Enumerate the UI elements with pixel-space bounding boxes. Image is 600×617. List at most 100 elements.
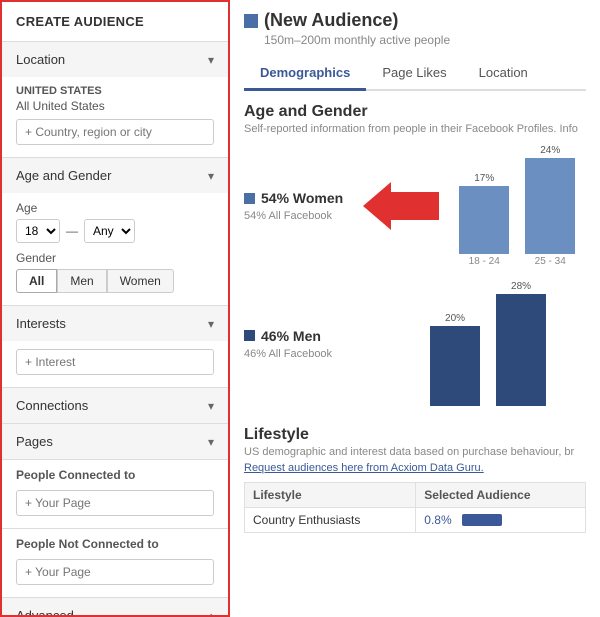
connections-chevron-icon: ▾ — [208, 399, 214, 413]
connections-label: Connections — [16, 398, 88, 413]
gender-men-button[interactable]: Men — [57, 269, 106, 293]
location-label: Location — [16, 52, 65, 67]
interests-header[interactable]: Interests ▾ — [2, 306, 228, 341]
gender-label: Gender — [16, 251, 214, 265]
bar-col-women-18-24: 17% 18 - 24 — [459, 173, 509, 267]
region-title: UNITED STATES — [16, 85, 214, 97]
men-bars-row: 20% 28% — [430, 281, 546, 406]
connections-section: Connections ▾ — [2, 388, 228, 424]
age-gender-body: Age 18 — Any Gender All Men Women — [2, 193, 228, 305]
gender-women-button[interactable]: Women — [107, 269, 174, 293]
connections-header[interactable]: Connections ▾ — [2, 388, 228, 423]
interests-body — [2, 341, 228, 387]
red-arrow-icon — [363, 182, 439, 230]
men-square-icon — [244, 330, 255, 341]
lifestyle-cell: Country Enthusiasts — [245, 508, 416, 533]
people-not-connected-label: People Not Connected to — [16, 537, 214, 551]
lifestyle-table-head: Lifestyle Selected Audience — [245, 483, 586, 508]
lifestyle-table: Lifestyle Selected Audience Country Enth… — [244, 482, 586, 533]
women-stat-label: 54% Women — [261, 190, 343, 206]
interests-label: Interests — [16, 316, 66, 331]
region-sub: All United States — [16, 99, 214, 113]
pages-label: Pages — [16, 434, 53, 449]
people-connected-body: People Connected to — [2, 460, 228, 528]
women-bars-row: 17% 18 - 24 24% 25 - 34 — [459, 145, 575, 267]
bar-rect-men-25-34 — [496, 294, 546, 406]
selected-audience-cell: 0.8% — [416, 508, 586, 533]
age-gender-chevron-icon: ▾ — [208, 169, 214, 183]
age-gender-section-title: Age and Gender — [244, 103, 586, 121]
region-input[interactable] — [16, 119, 214, 145]
tab-location[interactable]: Location — [463, 57, 544, 91]
gender-all-button[interactable]: All — [16, 269, 57, 293]
location-chevron-icon: ▾ — [208, 53, 214, 67]
bar-rect-women-18-24 — [459, 186, 509, 254]
lifestyle-desc: US demographic and interest data based o… — [244, 446, 586, 458]
women-stat-sub: 54% All Facebook — [244, 210, 343, 222]
age-gender-section: Age and Gender ▾ Age 18 — Any Gender All… — [2, 158, 228, 306]
sidebar: CREATE AUDIENCE Location ▾ UNITED STATES… — [0, 0, 230, 617]
age-gender-label: Age and Gender — [16, 168, 111, 183]
people-connected-input[interactable] — [16, 490, 214, 516]
location-section-header[interactable]: Location ▾ — [2, 42, 228, 77]
arrow-container — [363, 182, 439, 230]
gender-button-group: All Men Women — [16, 269, 214, 293]
lifestyle-col-header: Lifestyle — [245, 483, 416, 508]
location-section-body: UNITED STATES All United States — [2, 77, 228, 157]
bar-range-25-34: 25 - 34 — [535, 256, 566, 267]
bar-col-women-25-34: 24% 25 - 34 — [525, 145, 575, 267]
age-to-select[interactable]: Any — [84, 219, 135, 243]
people-not-connected-section: People Not Connected to — [2, 529, 228, 598]
age-label: Age — [16, 201, 214, 215]
women-stat-row: 54% Women — [244, 190, 343, 206]
bar-col-men-18-24: 20% — [430, 313, 480, 406]
bar-chart: 17% 18 - 24 24% 25 - 34 — [459, 145, 575, 267]
men-stat-row: 46% Men — [244, 328, 332, 344]
people-connected-section: People Connected to — [2, 460, 228, 529]
audience-title-square-icon — [244, 14, 258, 28]
bar-rect-women-25-34 — [525, 158, 575, 254]
people-not-connected-body: People Not Connected to — [2, 529, 228, 597]
men-stat-block: 46% Men 46% All Facebook — [244, 328, 332, 360]
people-connected-label: People Connected to — [16, 468, 214, 482]
people-not-connected-input[interactable] — [16, 559, 214, 585]
age-gender-section-desc: Self-reported information from people in… — [244, 123, 586, 135]
lifestyle-bar-fill — [462, 514, 502, 526]
pages-section: Pages ▾ — [2, 424, 228, 460]
advanced-section[interactable]: Advanced › — [2, 598, 228, 617]
interests-input[interactable] — [16, 349, 214, 375]
interests-chevron-icon: ▾ — [208, 317, 214, 331]
bar-pct-women-18-24: 17% — [474, 173, 494, 184]
lifestyle-bar-pct: 0.8% — [424, 513, 456, 527]
table-row: Country Enthusiasts 0.8% — [245, 508, 586, 533]
audience-subtitle: 150m–200m monthly active people — [244, 33, 586, 47]
advanced-label: Advanced — [16, 608, 74, 617]
lifestyle-link[interactable]: Request audiences here from Acxiom Data … — [244, 462, 586, 474]
bar-col-men-25-34: 28% — [496, 281, 546, 406]
bar-pct-men-25-34: 28% — [511, 281, 531, 292]
pages-chevron-icon: ▾ — [208, 435, 214, 449]
age-row: 18 — Any — [16, 219, 214, 243]
bar-rect-men-18-24 — [430, 326, 480, 406]
bar-range-18-24: 18 - 24 — [469, 256, 500, 267]
tab-bar: Demographics Page Likes Location — [244, 57, 586, 91]
tab-demographics[interactable]: Demographics — [244, 57, 366, 91]
main-panel: (New Audience) 150m–200m monthly active … — [230, 0, 600, 617]
lifestyle-table-body: Country Enthusiasts 0.8% — [245, 508, 586, 533]
advanced-arrow-icon: › — [210, 608, 214, 617]
lifestyle-table-header-row: Lifestyle Selected Audience — [245, 483, 586, 508]
lifestyle-title: Lifestyle — [244, 426, 586, 444]
tab-page-likes[interactable]: Page Likes — [366, 57, 462, 91]
bar-pct-women-25-34: 24% — [540, 145, 560, 156]
audience-title-text: (New Audience) — [264, 10, 398, 31]
men-stat-sub: 46% All Facebook — [244, 348, 332, 360]
pages-header[interactable]: Pages ▾ — [2, 424, 228, 459]
age-gender-main: Age and Gender Self-reported information… — [244, 103, 586, 412]
age-gender-header[interactable]: Age and Gender ▾ — [2, 158, 228, 193]
selected-audience-col-header: Selected Audience — [416, 483, 586, 508]
location-section: Location ▾ UNITED STATES All United Stat… — [2, 42, 228, 158]
interests-section: Interests ▾ — [2, 306, 228, 388]
men-stat-label: 46% Men — [261, 328, 321, 344]
age-from-select[interactable]: 18 — [16, 219, 60, 243]
women-square-icon — [244, 193, 255, 204]
